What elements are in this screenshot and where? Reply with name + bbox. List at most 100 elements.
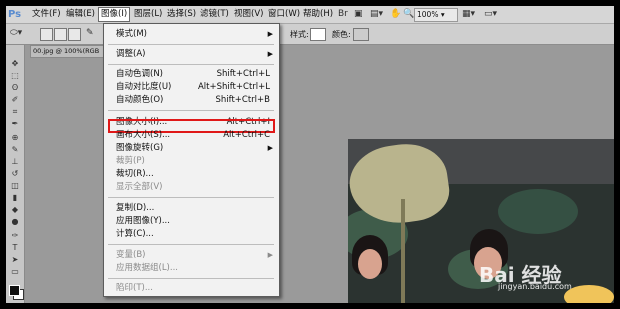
- shape-tool-icon[interactable]: ▭: [9, 267, 21, 277]
- lasso-tool-icon[interactable]: ʘ: [9, 83, 21, 93]
- screen-mode-icon[interactable]: ▭▾: [484, 9, 497, 20]
- menu-item-apply-data-set: 应用数据组(L)...: [116, 262, 276, 274]
- color-label: 颜色:: [332, 30, 351, 39]
- menu-item-label: 画布大小(S)...: [116, 130, 171, 140]
- guides-icon[interactable]: ▤▾: [370, 9, 383, 20]
- menu-item-label: 自动色调(N): [116, 69, 163, 79]
- menu-item-crop: 裁剪(P): [116, 155, 276, 167]
- menu-window[interactable]: 窗口(W): [266, 8, 302, 21]
- blur-tool-icon[interactable]: ◆: [9, 205, 21, 215]
- history-brush-icon[interactable]: ↺: [9, 169, 21, 179]
- menu-item-label: 模式(M): [116, 29, 147, 39]
- menu-filter[interactable]: 滤镜(T): [198, 8, 231, 21]
- menu-item-variables: 变量(B) ▶: [116, 249, 276, 261]
- menu-item-adjustments[interactable]: 调整(A) ▶: [116, 48, 276, 60]
- menu-separator: [108, 197, 274, 198]
- foreground-color-swatch[interactable]: [9, 285, 20, 296]
- menu-item-canvas-size[interactable]: 画布大小(S)... Alt+Ctrl+C: [116, 129, 276, 141]
- arrange-icon[interactable]: ▦▾: [462, 9, 475, 20]
- menu-item-label: 裁剪(P): [116, 156, 145, 166]
- menu-item-shortcut: Shift+Ctrl+B: [215, 95, 270, 105]
- ellipse-marquee-icon[interactable]: ⬭▾: [10, 28, 22, 39]
- clone-stamp-icon[interactable]: ⊥: [9, 157, 21, 167]
- crop-tool-icon[interactable]: ⌗: [9, 107, 21, 117]
- menu-item-label: 应用图像(Y)...: [116, 216, 170, 226]
- menu-layer[interactable]: 图层(L): [132, 8, 164, 21]
- menu-item-mode[interactable]: 模式(M) ▶: [116, 28, 276, 40]
- screenshot-frame: Ps 文件(F) 编辑(E) 图像(I) 图层(L) 选择(S) 滤镜(T) 视…: [0, 0, 620, 309]
- menu-help[interactable]: 帮助(H): [301, 8, 335, 21]
- photoshop-window: Ps 文件(F) 编辑(E) 图像(I) 图层(L) 选择(S) 滤镜(T) 视…: [6, 6, 614, 303]
- menu-item-label: 裁切(R)...: [116, 169, 154, 179]
- bridge-icon[interactable]: Br: [338, 9, 348, 20]
- zoom-level-select[interactable]: 100% ▾: [414, 8, 458, 22]
- menu-view[interactable]: 视图(V): [232, 8, 265, 21]
- brush-tool-icon[interactable]: ✎: [9, 145, 21, 155]
- menu-item-label: 自动颜色(O): [116, 95, 164, 105]
- eyedropper-icon[interactable]: ✒: [9, 119, 21, 129]
- gradient-tool-icon[interactable]: ▮: [9, 193, 21, 203]
- menu-separator: [108, 44, 274, 45]
- menu-item-label: 陷印(T)...: [116, 283, 153, 293]
- menu-item-label: 图像旋转(G): [116, 143, 164, 153]
- refine-brush-icon[interactable]: ✎: [86, 28, 94, 39]
- submenu-arrow-icon: ▶: [267, 50, 273, 58]
- menu-separator: [108, 110, 274, 111]
- image-figure-face: [358, 249, 382, 279]
- menu-item-image-rotation[interactable]: 图像旋转(G) ▶: [116, 142, 276, 154]
- watermark-url: jingyan.baidu.com: [498, 282, 572, 291]
- new-selection-icon[interactable]: [40, 28, 53, 41]
- healing-brush-icon[interactable]: ⊕: [9, 133, 21, 143]
- options-bar: ⬭▾ ✎ 样式: 颜色:: [6, 24, 614, 45]
- zoom-level-value: 100%: [417, 10, 439, 19]
- menu-select[interactable]: 选择(S): [165, 8, 198, 21]
- menu-item-duplicate[interactable]: 复制(D)...: [116, 202, 276, 214]
- style-label: 样式:: [290, 30, 309, 39]
- menu-item-auto-tone[interactable]: 自动色调(N) Shift+Ctrl+L: [116, 68, 276, 80]
- pen-tool-icon[interactable]: ✑: [9, 231, 21, 241]
- menu-item-label: 变量(B): [116, 250, 146, 260]
- menu-item-label: 调整(A): [116, 49, 146, 59]
- menu-item-shortcut: Alt+Ctrl+C: [223, 130, 270, 140]
- canvas-image: Bai 经验 jingyan.baidu.com: [348, 139, 614, 303]
- hand-icon[interactable]: ✋: [390, 9, 401, 20]
- move-tool-icon[interactable]: ✥: [9, 59, 21, 69]
- menu-file[interactable]: 文件(F): [30, 8, 63, 21]
- menu-item-trap: 陷印(T)...: [116, 282, 276, 294]
- zoom-icon[interactable]: 🔍: [403, 9, 414, 20]
- add-selection-icon[interactable]: [54, 28, 67, 41]
- type-tool-icon[interactable]: T: [9, 243, 21, 253]
- menu-item-apply-image[interactable]: 应用图像(Y)...: [116, 215, 276, 227]
- menu-item-auto-contrast[interactable]: 自动对比度(U) Alt+Shift+Ctrl+L: [116, 81, 276, 93]
- menu-item-label: 自动对比度(U): [116, 82, 172, 92]
- quick-select-icon[interactable]: ✐: [9, 95, 21, 105]
- menu-item-calculations[interactable]: 计算(C)...: [116, 228, 276, 240]
- image-menu-dropdown: 模式(M) ▶ 调整(A) ▶ 自动色调(N) Shift+Ctrl+L 自动对比度(…: [103, 23, 280, 297]
- color-swatch[interactable]: [353, 28, 369, 41]
- menu-item-label: 应用数据组(L)...: [116, 263, 178, 273]
- menu-item-shortcut: Shift+Ctrl+L: [216, 69, 270, 79]
- image-leaf: [498, 189, 578, 234]
- menu-item-reveal-all: 显示全部(V): [116, 181, 276, 193]
- subtract-selection-icon[interactable]: [68, 28, 81, 41]
- menu-item-auto-color[interactable]: 自动颜色(O) Shift+Ctrl+B: [116, 94, 276, 106]
- menu-separator: [108, 278, 274, 279]
- dodge-tool-icon[interactable]: ●: [9, 217, 21, 227]
- menu-separator: [108, 64, 274, 65]
- menu-item-label: 计算(C)...: [116, 229, 154, 239]
- eraser-tool-icon[interactable]: ◫: [9, 181, 21, 191]
- menu-item-shortcut: Alt+Shift+Ctrl+L: [197, 82, 270, 92]
- menu-item-label: 显示全部(V): [116, 182, 163, 192]
- menu-item-trim[interactable]: 裁切(R)...: [116, 168, 276, 180]
- submenu-arrow-icon: ▶: [267, 144, 273, 152]
- tools-panel: ✥ ⬚ ʘ ✐ ⌗ ✒ ⊕ ✎ ⊥ ↺ ◫ ▮ ◆ ● ✑ T ➤ ▭: [6, 45, 25, 303]
- menu-edit[interactable]: 编辑(E): [64, 8, 97, 21]
- document-tab[interactable]: 00.jpg @ 100%(RGB: [30, 45, 108, 58]
- photoshop-logo: Ps: [8, 9, 22, 20]
- marquee-tool-icon[interactable]: ⬚: [9, 71, 21, 81]
- menu-image[interactable]: 图像(I): [98, 7, 131, 22]
- style-swatch[interactable]: [310, 28, 326, 41]
- submenu-arrow-icon: ▶: [267, 30, 273, 38]
- path-select-icon[interactable]: ➤: [9, 255, 21, 265]
- minibridge-icon[interactable]: ▣: [354, 9, 363, 20]
